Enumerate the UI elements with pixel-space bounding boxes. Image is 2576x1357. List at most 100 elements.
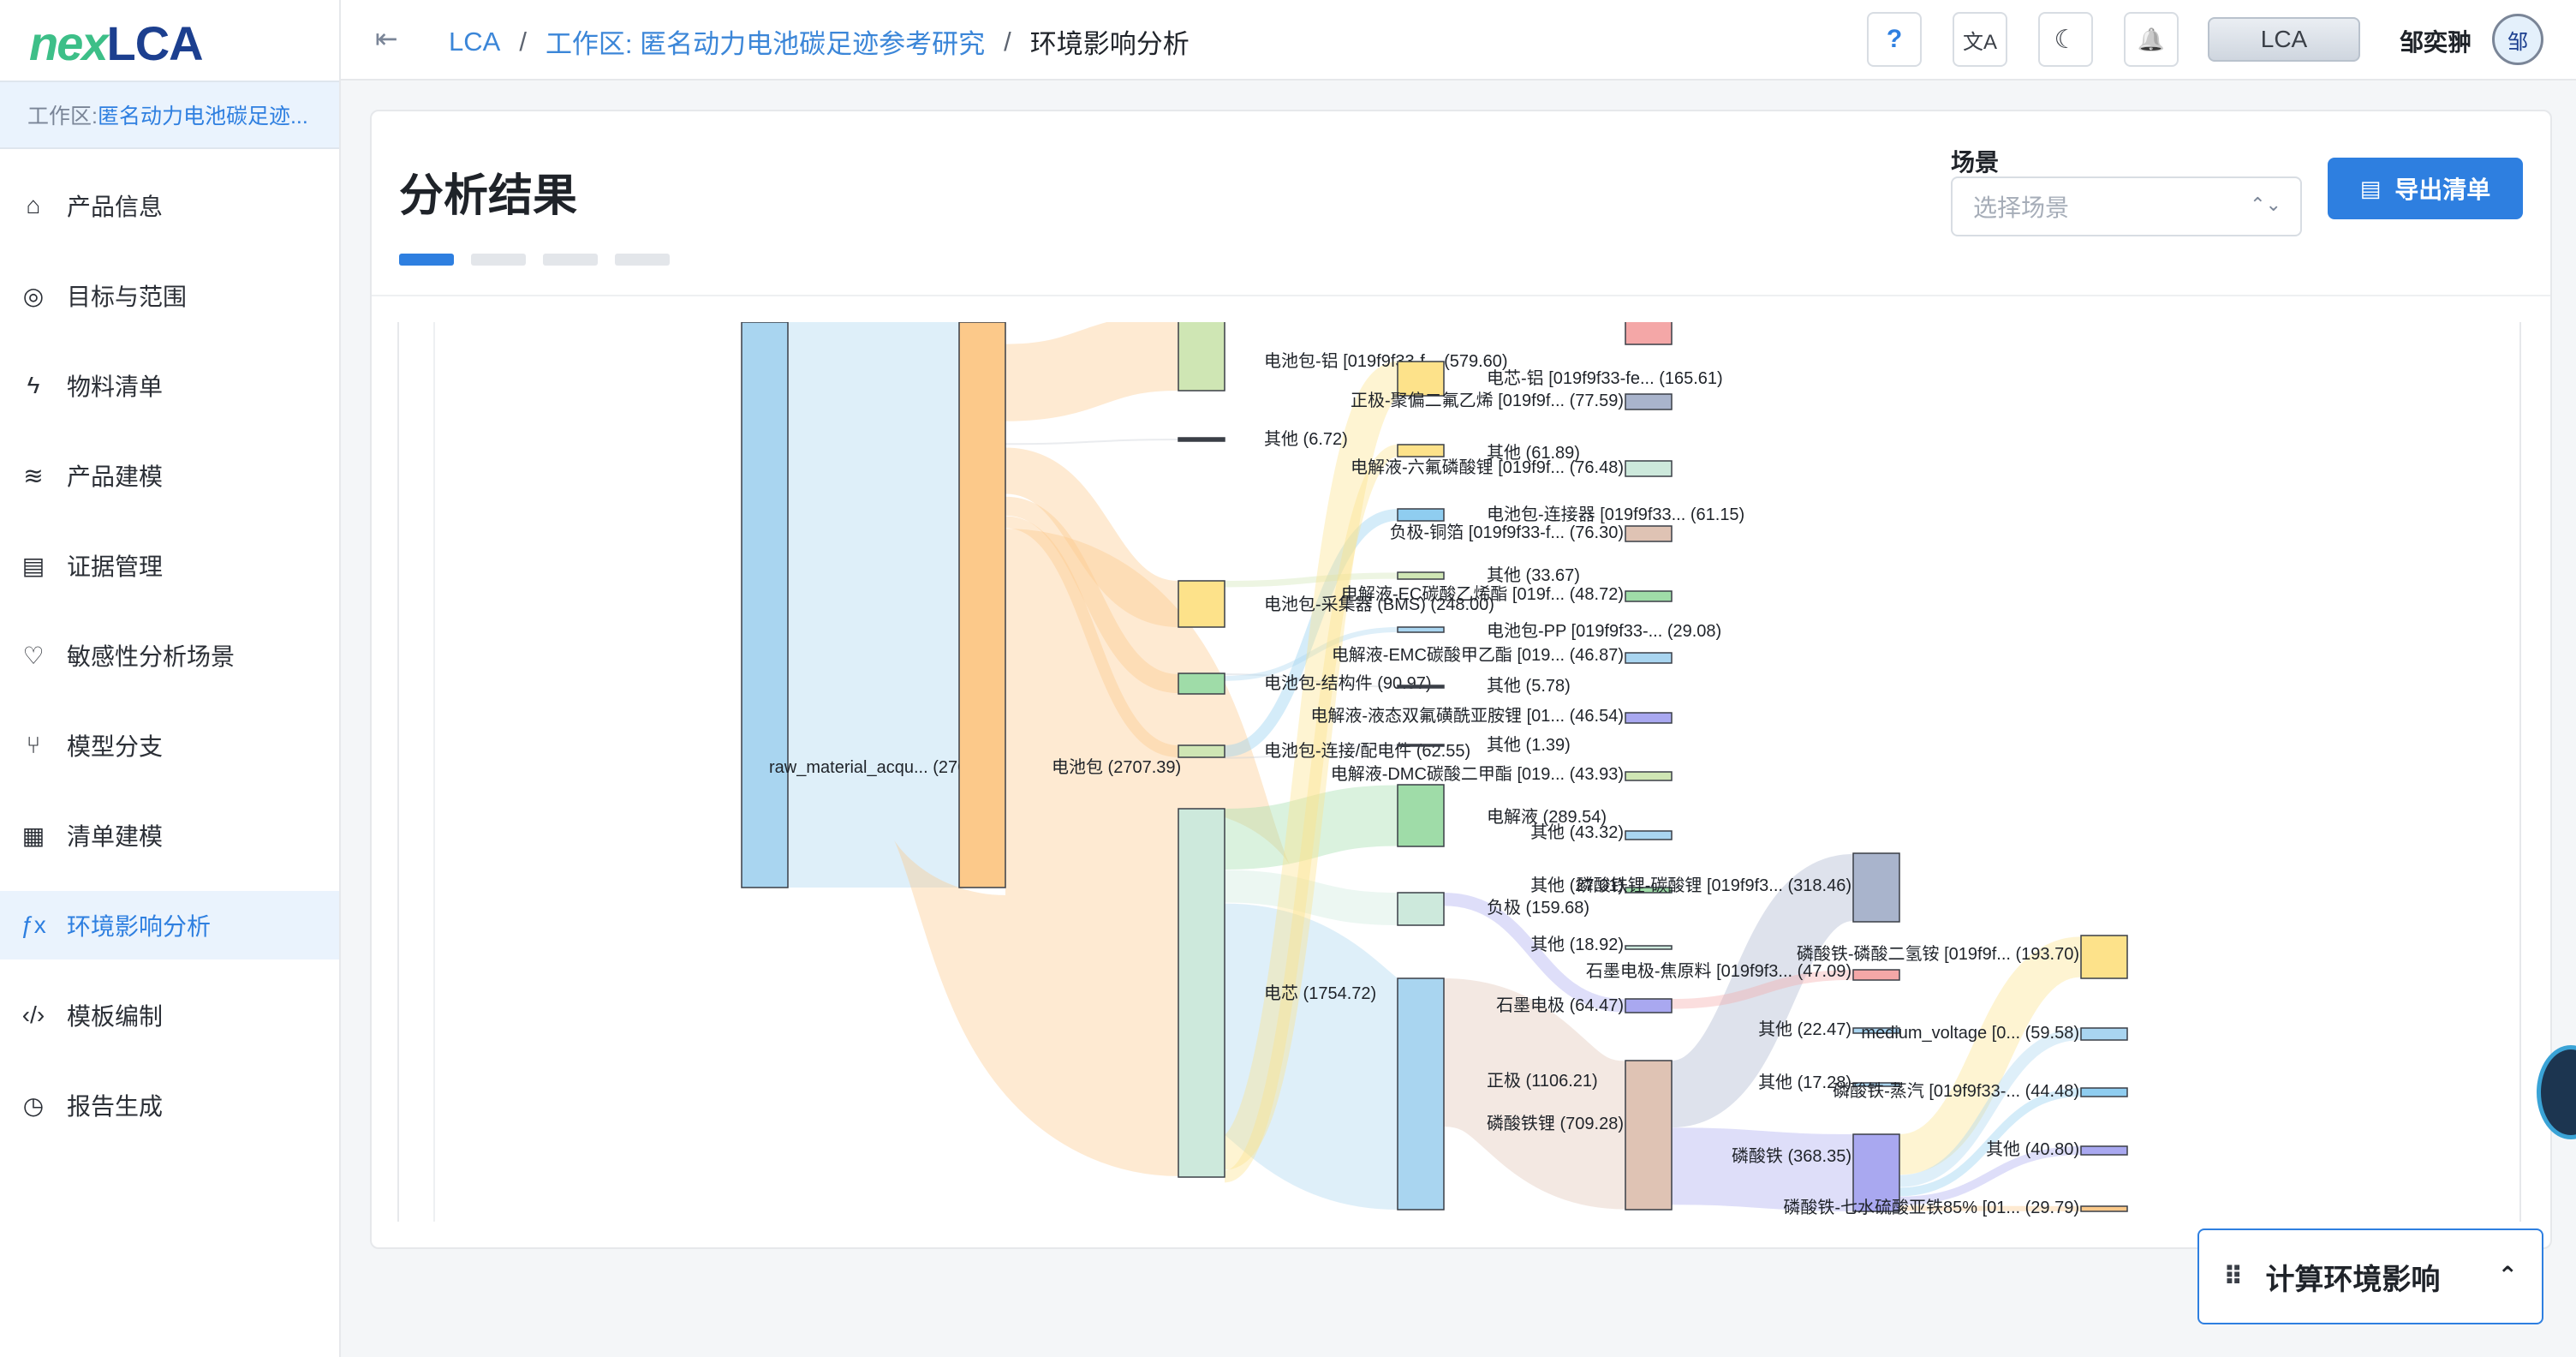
sankey-node-label: 其他 (5.78)	[1487, 676, 1571, 696]
sidebar-item-label: 模型分支	[67, 733, 164, 760]
sankey-node-o8[interactable]	[1625, 945, 1673, 950]
sankey-node-pack[interactable]	[958, 322, 1006, 888]
sankey-link[interactable]	[1897, 936, 2084, 1175]
sankey-node-label: 电芯 (1754.72)	[1264, 983, 1376, 1003]
sankey-node-lifsi[interactable]	[1625, 712, 1673, 724]
sankey-node-elyte[interactable]	[1397, 784, 1445, 847]
sankey-node-dmc[interactable]	[1625, 771, 1673, 781]
sankey-node-o1[interactable]	[1178, 437, 1225, 442]
scene-select[interactable]: 选择场景 ⌃⌄	[1951, 176, 2302, 236]
sidebar-item-2[interactable]: ◎ 目标与范围	[0, 261, 339, 330]
bolt-icon: ϟ	[27, 372, 40, 398]
sankey-node-feso4[interactable]	[2080, 1205, 2128, 1212]
sankey-link[interactable]	[1005, 439, 1179, 445]
scene-label: 场景	[1951, 149, 2000, 176]
sankey-node-label: medium_voltage [0... (59.58)	[1861, 1024, 2079, 1043]
sankey-node-o2[interactable]	[1397, 444, 1445, 457]
sankey-node-steam[interactable]	[2080, 1087, 2128, 1097]
step-indicator-2[interactable]	[471, 254, 526, 266]
help-button[interactable]: ?	[1867, 12, 1922, 67]
sidebar-item-5[interactable]: ▤ 证据管理	[0, 531, 339, 600]
export-list-button[interactable]: ▤ 导出清单	[2328, 158, 2523, 219]
sidebar-item-8[interactable]: ▦ 清单建模	[0, 801, 339, 870]
sidebar-item-10[interactable]: ‹/› 模板编制	[0, 981, 339, 1049]
sankey-node-o11[interactable]	[2080, 1145, 2128, 1156]
lca-button[interactable]: LCA	[2208, 17, 2360, 62]
sankey-node-raw[interactable]	[741, 322, 789, 888]
sidebar-item-label: 证据管理	[67, 553, 164, 580]
notifications-button[interactable]: 🔔	[2124, 12, 2179, 67]
drag-handle-icon[interactable]: ⠿	[2223, 1262, 2244, 1292]
user-name[interactable]: 邹奕翀	[2400, 24, 2472, 58]
chevron-up-icon[interactable]: ⌃	[2498, 1261, 2518, 1289]
analysis-card: 分析结果 场景 选择场景 ⌃⌄ ▤ 导出清单 raw_material_acqu…	[370, 110, 2552, 1249]
sidebar-item-6[interactable]: ♡ 敏感性分析场景	[0, 621, 339, 690]
step-indicator-1[interactable]	[399, 254, 454, 266]
sankey-node-cathode[interactable]	[1397, 977, 1445, 1211]
sidebar-item-label: 清单建模	[67, 823, 164, 850]
step-indicator-3[interactable]	[543, 254, 598, 266]
translate-button[interactable]: 文A	[1953, 12, 2007, 67]
breadcrumb-separator: /	[1004, 26, 1011, 57]
sankey-node-graphite[interactable]	[1625, 998, 1673, 1013]
sankey-node-lfp[interactable]	[1625, 1060, 1673, 1211]
sidebar-item-3[interactable]: ϟ 物料清单	[0, 351, 339, 420]
app-logo[interactable]: nex LCA	[29, 15, 204, 70]
sankey-node-pp[interactable]	[1397, 626, 1445, 633]
sankey-node-mv[interactable]	[2080, 1027, 2128, 1041]
sidebar-item-4[interactable]: ≋ 产品建模	[0, 441, 339, 510]
sidebar-item-7[interactable]: ⑂ 模型分支	[0, 711, 339, 780]
sankey-link[interactable]	[1671, 1127, 1854, 1211]
bell-icon: 🔔	[2137, 26, 2166, 52]
sankey-node-struct[interactable]	[1178, 673, 1225, 695]
step-indicator-4[interactable]	[615, 254, 670, 266]
breadcrumb-workspace[interactable]: 工作区: 匿名动力电池碳足迹参考研究	[546, 22, 985, 61]
sidebar-item-1[interactable]: ⌂ 产品信息	[0, 171, 339, 240]
sankey-node-graphite_raw[interactable]	[1852, 969, 1900, 981]
sankey-node-label: 石墨电极 (64.47)	[1496, 995, 1624, 1015]
sankey-node-top_cut[interactable]	[1625, 322, 1673, 345]
sankey-node-bms[interactable]	[1178, 580, 1225, 628]
sidebar-item-11[interactable]: ◷ 报告生成	[0, 1071, 339, 1139]
sankey-chart[interactable]: raw_material_acqu... (2707.39) 电池包 (2707.…	[399, 322, 2519, 1222]
sankey-node-lico3[interactable]	[1852, 852, 1900, 923]
workspace-prefix: 工作区:	[27, 105, 98, 129]
sidebar-item-label: 物料清单	[67, 374, 164, 400]
sankey-node-conn[interactable]	[1178, 744, 1225, 758]
logo-part1: nex	[29, 15, 108, 70]
sankey-node-pconn[interactable]	[1397, 508, 1445, 522]
breadcrumb-lca[interactable]: LCA	[449, 27, 500, 57]
sankey-node-o3[interactable]	[1397, 571, 1445, 580]
sankey-node-anode[interactable]	[1397, 892, 1445, 926]
sankey-link[interactable]	[1005, 322, 1179, 421]
theme-toggle-button[interactable]: ☾	[2038, 12, 2093, 67]
avatar[interactable]: 邹	[2492, 14, 2543, 65]
sankey-node-o4[interactable]	[1397, 684, 1445, 689]
sankey-link[interactable]	[890, 529, 1294, 1176]
sankey-node-o5[interactable]	[1397, 744, 1445, 747]
sankey-node-label: 负极-铜箔 [019f9f33-f... (76.30)	[1390, 523, 1624, 542]
sankey-node-o6[interactable]	[1625, 830, 1673, 840]
collapse-sidebar-icon[interactable]: ⇤	[375, 22, 398, 55]
workspace-banner[interactable]: 工作区: 匿名动力电池碳足迹...	[0, 81, 339, 149]
sankey-node-ec[interactable]	[1625, 590, 1673, 602]
sankey-node-emc[interactable]	[1625, 652, 1673, 664]
code-icon: ‹/›	[21, 1001, 45, 1028]
sidebar: nex LCA 工作区: 匿名动力电池碳足迹... ⌂ 产品信息 ◎ 目标与范围 ϟ 物料清…	[0, 0, 341, 1357]
sankey-node-pvdf[interactable]	[1625, 393, 1673, 410]
store-icon: ⌂	[26, 192, 41, 218]
calculate-impact-panel[interactable]: ⠿ 计算环境影响 ⌃	[2197, 1228, 2543, 1324]
sankey-node-lipf6[interactable]	[1625, 460, 1673, 477]
scene-placeholder: 选择场景	[1973, 194, 2070, 221]
sidebar-item-label: 模板编制	[67, 1003, 164, 1030]
sankey-node-al[interactable]	[1178, 322, 1225, 392]
sankey-node-cell[interactable]	[1178, 808, 1225, 1178]
breadcrumb-current: 环境影响分析	[1029, 29, 1190, 59]
sankey-node-label: 石墨电极-焦原料 [019f9f3... (47.09)	[1586, 961, 1852, 981]
sankey-link[interactable]	[1224, 572, 1398, 588]
sankey-node-cellal[interactable]	[1397, 361, 1445, 397]
sidebar-item-9[interactable]: ƒx 环境影响分析	[0, 891, 339, 959]
sankey-node-cu[interactable]	[1625, 525, 1673, 542]
sankey-chart-container[interactable]: raw_material_acqu... (2707.39) 电池包 (2707.…	[397, 322, 2521, 1222]
sankey-node-map[interactable]	[2080, 935, 2128, 979]
